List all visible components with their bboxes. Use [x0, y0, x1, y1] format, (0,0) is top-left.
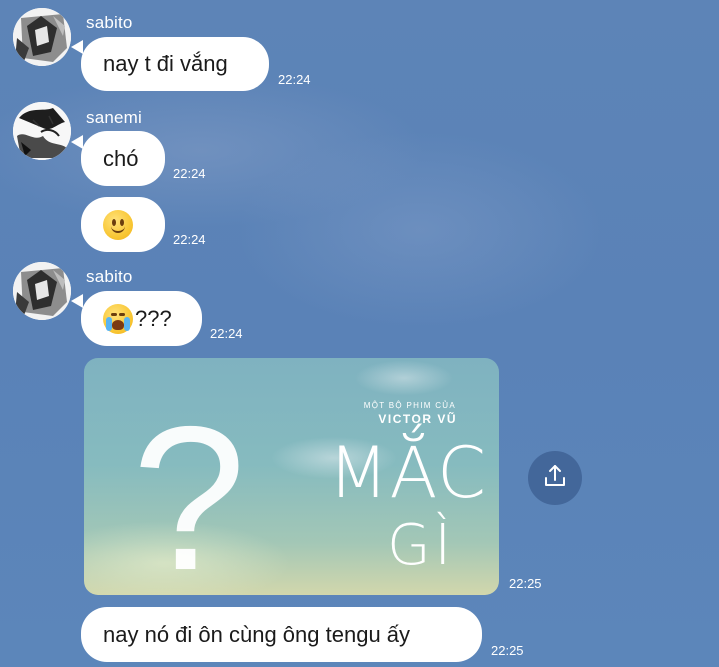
message-text: chó: [103, 145, 139, 171]
message-text: nay nó đi ôn cùng ông tengu ấy: [103, 621, 411, 647]
sender-name: sanemi: [86, 108, 143, 127]
message-bubble[interactable]: [81, 197, 165, 252]
bubble-tail: [71, 135, 83, 149]
message-bubble[interactable]: ???: [81, 291, 202, 346]
bubble-tail: [71, 294, 83, 308]
message-bubble[interactable]: nay nó đi ôn cùng ông tengu ấy: [81, 607, 482, 662]
message-text: nay t đi vắng: [103, 51, 228, 76]
sender-name: sabito: [86, 13, 133, 32]
slightly-smiling-face-icon: [103, 209, 133, 240]
poster-director: VICTOR VŨ: [378, 412, 457, 426]
message-time: 22:25: [491, 643, 524, 658]
avatar-sabito[interactable]: [13, 262, 71, 320]
message-time: 22:25: [509, 576, 542, 591]
message-time: 22:24: [278, 72, 311, 87]
share-upload-icon: [542, 463, 568, 494]
poster-question-mark: ?: [132, 384, 247, 595]
loudly-crying-face-icon: [103, 303, 133, 334]
avatar-sanemi[interactable]: [13, 102, 71, 160]
sender-name: sabito: [86, 267, 133, 286]
message-bubble[interactable]: chó: [81, 131, 165, 186]
poster-subtitle: MỘT BỘ PHIM CỦA: [363, 401, 456, 410]
share-button[interactable]: [528, 451, 582, 505]
poster-title-line1: MẮC: [328, 432, 487, 514]
poster-title-line2: GÌ: [387, 513, 455, 578]
bubble-tail: [71, 40, 83, 54]
message-time: 22:24: [210, 326, 243, 341]
message-bubble[interactable]: nay t đi vắng: [81, 37, 269, 91]
message-text: ???: [135, 305, 172, 331]
message-time: 22:24: [173, 232, 206, 247]
image-message[interactable]: ? MỘT BỘ PHIM CỦA VICTOR VŨ MẮC GÌ: [84, 358, 499, 595]
message-time: 22:24: [173, 166, 206, 181]
avatar-sabito[interactable]: [13, 8, 71, 66]
